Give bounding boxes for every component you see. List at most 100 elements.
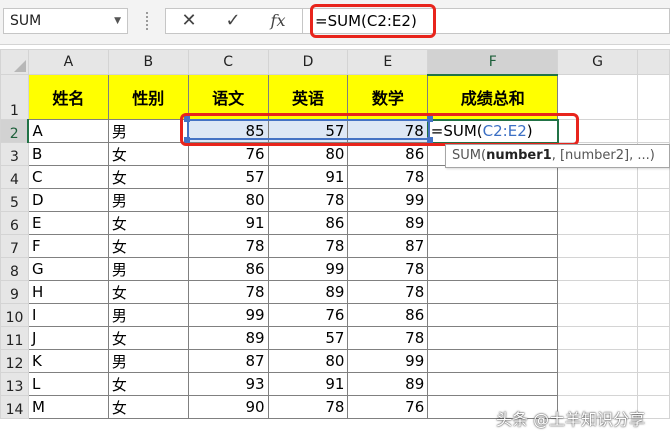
table-cell[interactable]: 女: [107, 280, 189, 304]
table-cell[interactable]: 女: [107, 211, 189, 235]
table-cell[interactable]: 男: [107, 349, 189, 373]
table-cell[interactable]: 89: [347, 211, 429, 235]
table-cell[interactable]: 78: [267, 234, 349, 258]
table-cell[interactable]: I: [27, 303, 109, 327]
empty-cell[interactable]: [637, 188, 670, 212]
row-header[interactable]: 9: [0, 280, 29, 304]
table-cell[interactable]: 男: [107, 188, 189, 212]
table-cell[interactable]: 80: [267, 349, 349, 373]
empty-cell[interactable]: [557, 349, 638, 373]
table-cell[interactable]: [427, 211, 559, 235]
table-cell[interactable]: 99: [187, 303, 269, 327]
row-header[interactable]: 10: [0, 303, 29, 327]
empty-cell[interactable]: [637, 372, 670, 396]
table-cell[interactable]: 86: [187, 257, 269, 281]
table-cell[interactable]: 女: [107, 234, 189, 258]
table-cell[interactable]: 91: [187, 211, 269, 235]
row-header[interactable]: 3: [0, 142, 29, 166]
select-all-corner[interactable]: [0, 49, 29, 75]
row-header[interactable]: 14: [0, 395, 29, 419]
table-cell[interactable]: [427, 257, 559, 281]
table-cell[interactable]: 78: [267, 395, 349, 419]
tooltip-arg-current[interactable]: number1: [486, 148, 552, 163]
table-header-cell[interactable]: 姓名: [27, 74, 109, 120]
table-cell[interactable]: 87: [187, 349, 269, 373]
function-tooltip[interactable]: SUM(number1, [number2], ...): [445, 144, 670, 168]
empty-cell[interactable]: [557, 165, 638, 189]
table-cell[interactable]: L: [27, 372, 109, 396]
drag-handle-icon[interactable]: [146, 12, 150, 30]
column-header-g[interactable]: G: [557, 49, 638, 75]
table-cell[interactable]: H: [27, 280, 109, 304]
empty-cell[interactable]: [557, 257, 638, 281]
table-cell[interactable]: A: [27, 119, 109, 143]
table-cell[interactable]: 78: [267, 188, 349, 212]
row-header-1[interactable]: 1: [0, 74, 29, 120]
row-header[interactable]: 4: [0, 165, 29, 189]
table-cell[interactable]: 78: [187, 280, 269, 304]
empty-cell[interactable]: [557, 326, 638, 350]
table-cell[interactable]: F: [27, 234, 109, 258]
table-cell[interactable]: 女: [107, 165, 189, 189]
insert-function-icon[interactable]: fx: [263, 9, 293, 33]
table-cell[interactable]: 93: [187, 372, 269, 396]
table-cell[interactable]: 78: [347, 326, 429, 350]
table-cell[interactable]: 89: [187, 326, 269, 350]
table-cell[interactable]: 78: [187, 234, 269, 258]
table-cell[interactable]: 99: [347, 349, 429, 373]
table-cell[interactable]: [427, 234, 559, 258]
table-cell[interactable]: M: [27, 395, 109, 419]
enter-icon[interactable]: ✓: [218, 9, 248, 33]
table-cell[interactable]: C: [27, 165, 109, 189]
table-cell[interactable]: 91: [267, 372, 349, 396]
table-cell[interactable]: 女: [107, 142, 189, 166]
empty-cell[interactable]: [557, 372, 638, 396]
column-header-d[interactable]: D: [267, 49, 349, 75]
table-cell[interactable]: 男: [107, 257, 189, 281]
table-cell[interactable]: 89: [267, 280, 349, 304]
empty-cell[interactable]: [637, 303, 670, 327]
table-cell[interactable]: 76: [347, 395, 429, 419]
table-cell[interactable]: [427, 165, 559, 189]
table-cell[interactable]: [427, 188, 559, 212]
table-cell[interactable]: 78: [347, 257, 429, 281]
empty-cell[interactable]: [637, 234, 670, 258]
empty-cell[interactable]: [557, 211, 638, 235]
table-cell[interactable]: 99: [347, 188, 429, 212]
table-cell[interactable]: [427, 280, 559, 304]
row-header[interactable]: 8: [0, 257, 29, 281]
table-cell[interactable]: 57: [187, 165, 269, 189]
table-header-cell[interactable]: 性别: [107, 74, 189, 120]
table-cell[interactable]: E: [27, 211, 109, 235]
table-cell[interactable]: [427, 326, 559, 350]
table-cell[interactable]: [427, 303, 559, 327]
name-box[interactable]: SUM ▼: [3, 8, 128, 34]
empty-cell[interactable]: [637, 165, 670, 189]
table-cell[interactable]: 89: [347, 372, 429, 396]
table-cell[interactable]: 女: [107, 395, 189, 419]
column-header-a[interactable]: A: [27, 49, 109, 75]
table-cell[interactable]: 87: [347, 234, 429, 258]
row-header[interactable]: 6: [0, 211, 29, 235]
row-header[interactable]: 5: [0, 188, 29, 212]
table-cell[interactable]: 女: [107, 326, 189, 350]
empty-cell[interactable]: [557, 280, 638, 304]
row-header[interactable]: 7: [0, 234, 29, 258]
table-cell[interactable]: 91: [267, 165, 349, 189]
table-cell[interactable]: G: [27, 257, 109, 281]
table-cell[interactable]: 女: [107, 372, 189, 396]
empty-cell[interactable]: [637, 349, 670, 373]
table-cell[interactable]: 76: [267, 303, 349, 327]
table-cell[interactable]: 99: [267, 257, 349, 281]
row-header[interactable]: 2: [0, 119, 30, 143]
empty-cell[interactable]: [637, 257, 670, 281]
empty-cell[interactable]: [637, 280, 670, 304]
row-header[interactable]: 13: [0, 372, 29, 396]
column-header-b[interactable]: B: [107, 49, 189, 75]
empty-cell[interactable]: [637, 326, 670, 350]
empty-cell[interactable]: [557, 234, 638, 258]
table-cell[interactable]: 86: [347, 303, 429, 327]
chevron-down-icon[interactable]: ▼: [114, 9, 121, 33]
column-header-c[interactable]: C: [187, 49, 269, 75]
table-cell[interactable]: K: [27, 349, 109, 373]
